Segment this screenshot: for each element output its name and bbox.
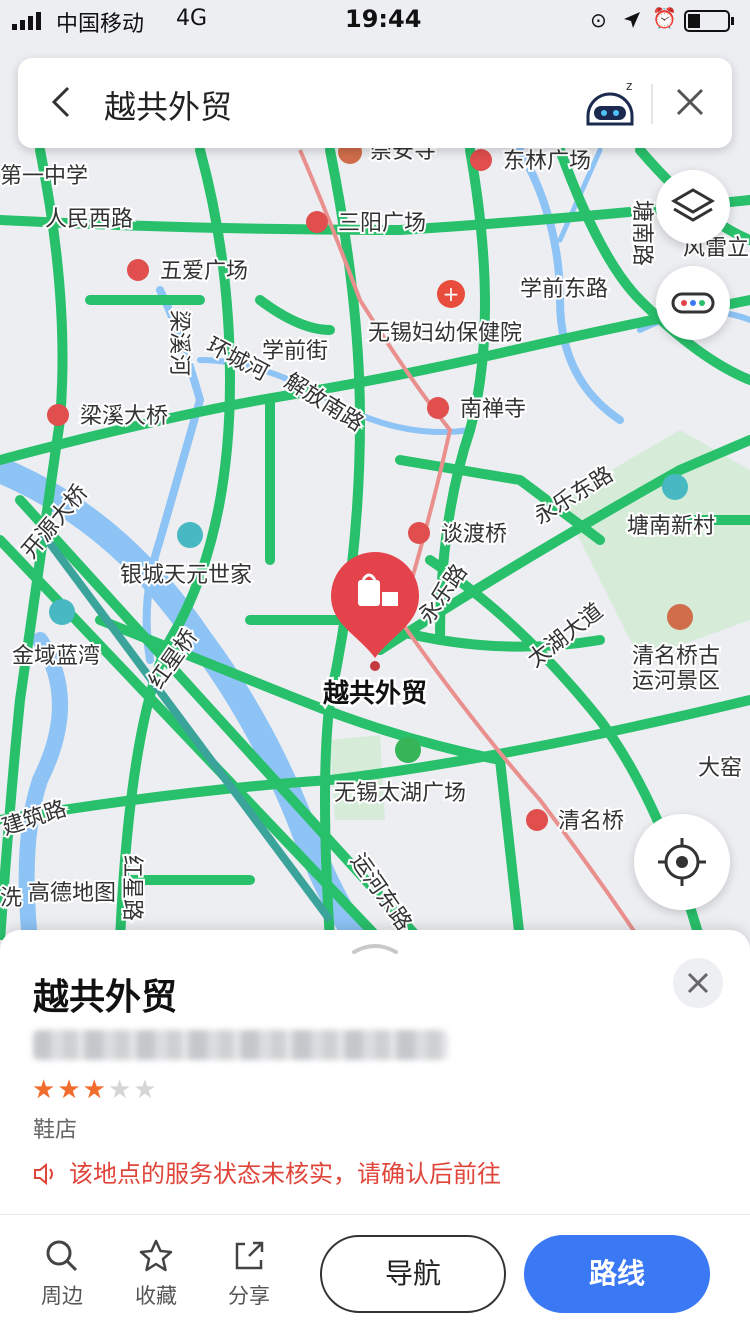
- map-label: 大窑: [698, 755, 742, 780]
- share-label: 分享: [228, 1284, 270, 1308]
- map-label: 无锡妇幼保健院: [368, 320, 522, 345]
- map-label: 东林广场: [503, 148, 591, 173]
- map-label: 谈渡桥: [441, 521, 507, 546]
- residential-icon: [177, 522, 203, 548]
- sheet-handle-icon[interactable]: [350, 940, 400, 956]
- route-button[interactable]: 路线: [524, 1235, 710, 1313]
- favorite-button[interactable]: 收藏: [121, 1238, 191, 1310]
- close-icon[interactable]: [670, 82, 710, 122]
- map-label: 梁溪大桥: [80, 403, 168, 428]
- locate-me-button[interactable]: [634, 814, 730, 910]
- location-arrow-icon: [624, 12, 640, 28]
- carrier-label: 中国移动: [56, 12, 145, 37]
- star-filled-icon: ★: [57, 1075, 83, 1105]
- map-label: 南禅寺: [460, 396, 526, 421]
- map-label: 第一中学: [0, 163, 88, 188]
- network-label: 4G: [176, 6, 208, 31]
- back-arrow-icon[interactable]: [40, 80, 84, 124]
- close-icon: [687, 972, 709, 994]
- place-name: 越共外贸: [33, 977, 178, 1018]
- close-sheet-button[interactable]: [673, 958, 723, 1008]
- speaker-icon: [34, 1162, 53, 1186]
- svg-text:z: z: [626, 79, 632, 93]
- residential-icon: [49, 599, 75, 625]
- divider: [0, 1214, 750, 1215]
- scenic-icon: [667, 604, 693, 630]
- assistant-bot-icon[interactable]: z: [582, 76, 638, 132]
- place-detail-sheet[interactable]: 越共外贸 ★★★★★ 鞋店 该地点的服务状态未核实，请确认后前往 周边 收藏 分…: [0, 930, 750, 1334]
- map-label: 人民西路: [45, 206, 133, 231]
- layers-icon: [671, 188, 715, 222]
- residential-icon: [662, 474, 688, 500]
- share-icon: [235, 1241, 264, 1270]
- rating-stars: ★★★★★: [32, 1075, 159, 1105]
- map-label: 三阳广场: [338, 210, 426, 235]
- clock: 19:44: [345, 5, 422, 33]
- poi-label[interactable]: 越共外贸: [320, 676, 429, 711]
- status-bar: 中国移动 4G 19:44 ⊙ ⏰: [0, 0, 750, 40]
- map-label: 清名桥古: [632, 643, 720, 668]
- map-label: 红星路: [120, 855, 145, 921]
- battery-icon: [684, 10, 734, 32]
- star-icon: [139, 1239, 173, 1272]
- more-tools-button[interactable]: [656, 266, 730, 340]
- divider: [651, 84, 653, 124]
- search-bar[interactable]: 越共外贸 z: [18, 58, 732, 148]
- favorite-label: 收藏: [135, 1284, 177, 1308]
- map-label: 银城天元世家: [120, 562, 252, 587]
- search-icon: [46, 1240, 78, 1272]
- star-filled-icon: ★: [32, 1075, 58, 1105]
- place-category: 鞋店: [33, 1118, 78, 1143]
- star-empty-icon: ★: [133, 1075, 159, 1105]
- map-label: 洗: [0, 885, 22, 910]
- map-label: 金域蓝湾: [12, 643, 100, 668]
- map-label: 学前东路: [520, 276, 608, 301]
- status-warning: 该地点的服务状态未核实，请确认后前往: [33, 1154, 501, 1189]
- star-filled-icon: ★: [82, 1075, 108, 1105]
- crosshair-icon: [658, 838, 706, 886]
- svg-text:+: +: [443, 282, 460, 306]
- shopping-bag-icon: [358, 580, 380, 606]
- map-label: 清名桥: [558, 808, 624, 833]
- rotation-lock-icon: ⊙: [590, 8, 607, 32]
- park-icon: [395, 737, 421, 763]
- map-label: 塘南路: [630, 200, 655, 266]
- warning-text: 该地点的服务状态未核实，请确认后前往: [69, 1160, 501, 1188]
- navigate-button[interactable]: 导航: [320, 1235, 506, 1313]
- share-button[interactable]: 分享: [214, 1238, 284, 1310]
- nearby-label: 周边: [41, 1284, 83, 1308]
- map-label: 高德地图: [28, 880, 116, 905]
- nearby-button[interactable]: 周边: [27, 1238, 97, 1310]
- map-label: 学前街: [262, 338, 328, 363]
- map-label: 无锡太湖广场: [334, 780, 466, 805]
- signal-icon: [12, 12, 41, 30]
- layers-button[interactable]: [656, 170, 730, 244]
- map-label: 五爱广场: [160, 258, 248, 283]
- search-query[interactable]: 越共外贸: [104, 82, 232, 128]
- map-label: 塘南新村: [627, 513, 715, 538]
- dots-icon: [671, 292, 715, 314]
- alarm-icon: ⏰: [652, 6, 677, 30]
- map-label: 梁溪河: [167, 310, 192, 376]
- blurred-address: [33, 1030, 448, 1060]
- star-empty-icon: ★: [107, 1075, 134, 1105]
- map-label: 运河景区: [632, 668, 720, 693]
